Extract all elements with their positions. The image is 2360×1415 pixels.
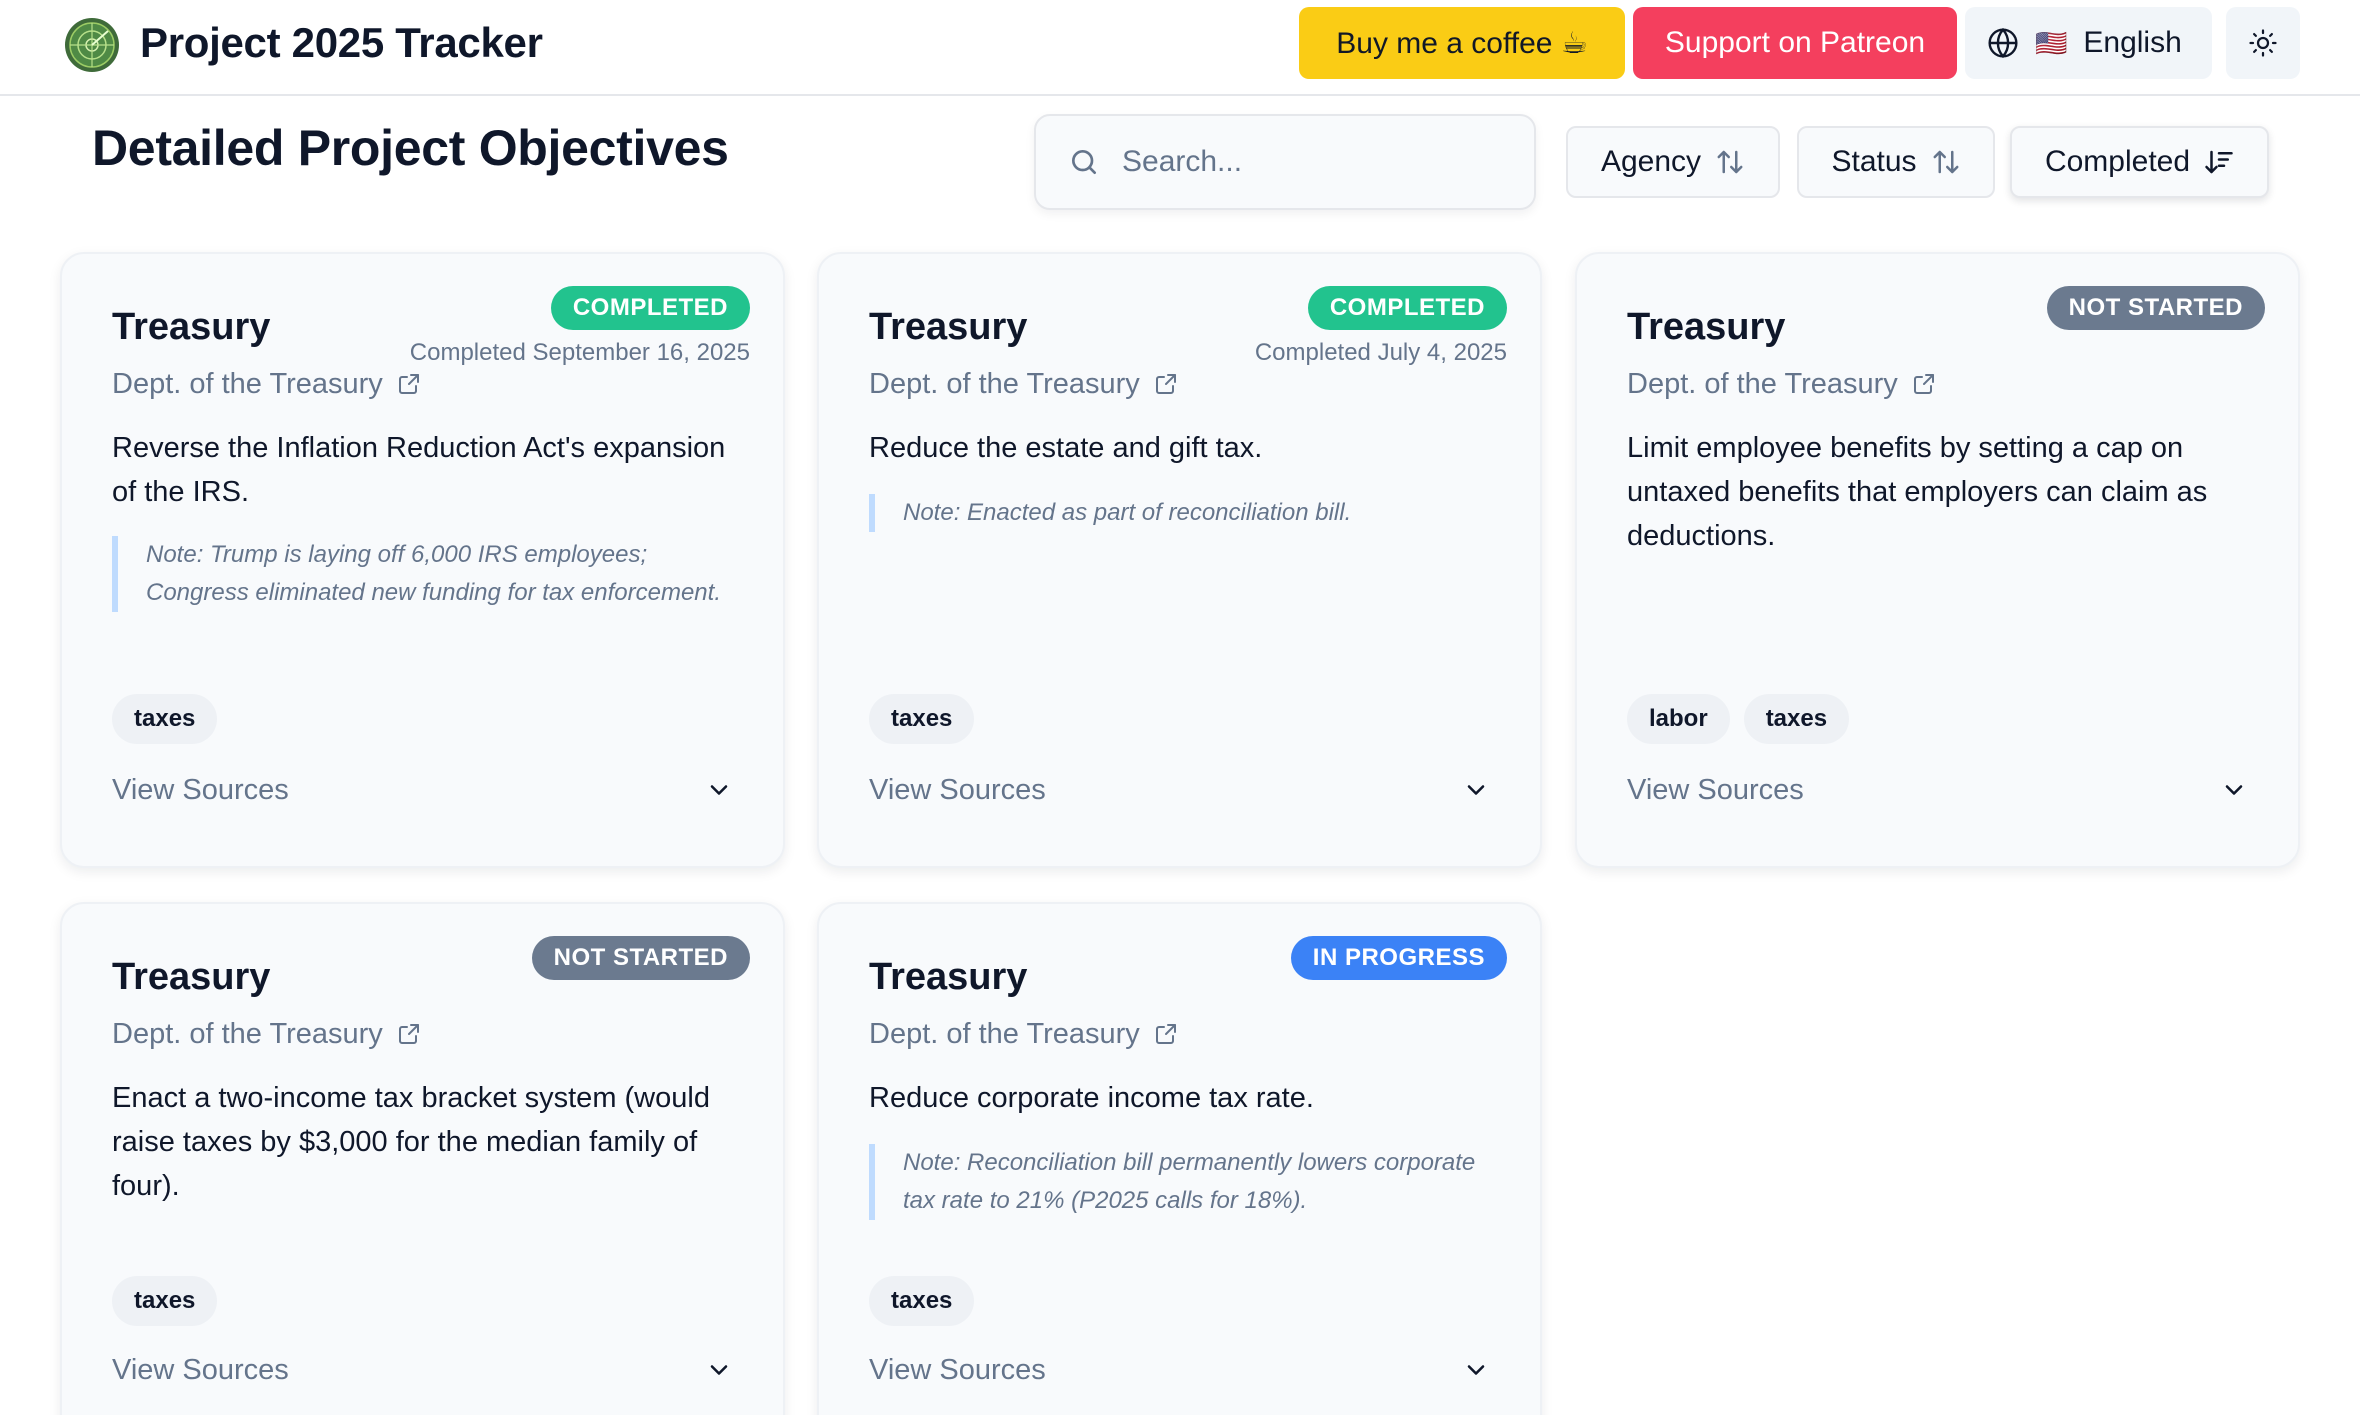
sort-agency-label: Agency	[1600, 145, 1702, 178]
status-badge: COMPLETED	[550, 286, 750, 330]
chevron-down-icon	[705, 776, 733, 804]
sun-icon	[2248, 28, 2278, 58]
tag[interactable]: taxes	[1743, 694, 1850, 744]
sort-descending-icon	[2204, 147, 2234, 177]
dept-link[interactable]: Dept. of the Treasury	[869, 1016, 1178, 1052]
globe-icon	[1987, 27, 2019, 59]
page-title: Detailed Project Objectives	[92, 120, 729, 176]
view-sources-label: View Sources	[1627, 773, 1804, 806]
status-badge: NOT STARTED	[2046, 286, 2265, 330]
buy-coffee-button[interactable]: Buy me a coffee ☕	[1299, 7, 1625, 79]
patreon-button[interactable]: Support on Patreon	[1633, 7, 1957, 79]
dept-link[interactable]: Dept. of the Treasury	[112, 1016, 421, 1052]
objective-note: Note: Enacted as part of reconciliation …	[869, 494, 1490, 532]
us-flag-icon: 🇺🇸	[2035, 27, 2068, 58]
view-sources-toggle[interactable]: View Sources	[869, 1348, 1490, 1392]
sort-status-button[interactable]: Status	[1797, 126, 1995, 198]
card-agency: Treasury	[112, 306, 271, 348]
sort-completed-label: Completed	[2044, 145, 2191, 178]
objective-note: Note: Trump is laying off 6,000 IRS empl…	[112, 536, 733, 612]
tag[interactable]: taxes	[112, 1276, 218, 1326]
external-link-icon	[1154, 1022, 1178, 1046]
dept-link[interactable]: Dept. of the Treasury	[112, 366, 421, 402]
dept-link[interactable]: Dept. of the Treasury	[1627, 366, 1936, 402]
search-input[interactable]	[1122, 145, 1522, 179]
tag[interactable]: taxes	[112, 694, 218, 744]
card-agency: Treasury	[1627, 306, 1786, 348]
view-sources-label: View Sources	[869, 1353, 1046, 1386]
objective-text: Reverse the Inflation Reduction Act's ex…	[112, 432, 726, 508]
sort-agency-button[interactable]: Agency	[1566, 126, 1780, 198]
tag[interactable]: taxes	[869, 1276, 975, 1326]
status-badge: NOT STARTED	[531, 936, 750, 980]
dept-label: Dept. of the Treasury	[112, 1018, 383, 1050]
search-icon	[1068, 146, 1100, 178]
objective-text: Reduce the estate and gift tax.	[869, 432, 1263, 464]
completed-date: Completed July 4, 2025	[1254, 339, 1507, 366]
external-link-icon	[1154, 372, 1178, 396]
sort-completed-button[interactable]: Completed	[2010, 126, 2269, 198]
card-agency: Treasury	[869, 956, 1028, 998]
view-sources-toggle[interactable]: View Sources	[112, 768, 733, 812]
card-agency: Treasury	[112, 956, 271, 998]
objective-text: Limit employee benefits by setting a cap…	[1627, 432, 2208, 552]
view-sources-toggle[interactable]: View Sources	[1627, 768, 2248, 812]
dept-link[interactable]: Dept. of the Treasury	[869, 366, 1178, 402]
view-sources-label: View Sources	[112, 1353, 289, 1386]
dept-label: Dept. of the Treasury	[1627, 368, 1898, 400]
search-box[interactable]	[1034, 114, 1536, 210]
objective-card: Treasury IN PROGRESS Dept. of the Treasu…	[817, 902, 1542, 1415]
chevron-down-icon	[2220, 776, 2248, 804]
sort-arrows-icon	[1715, 147, 1745, 177]
objective-note: Note: Reconciliation bill permanently lo…	[869, 1144, 1490, 1220]
dept-label: Dept. of the Treasury	[869, 1018, 1140, 1050]
view-sources-toggle[interactable]: View Sources	[112, 1348, 733, 1392]
tag-list: labor taxes	[1627, 694, 1850, 744]
external-link-icon	[397, 372, 421, 396]
objective-card: Treasury NOT STARTED Dept. of the Treasu…	[60, 902, 785, 1415]
tag-list: taxes	[869, 1276, 975, 1326]
language-label: English	[2083, 26, 2182, 59]
status-badge: COMPLETED	[1307, 286, 1507, 330]
view-sources-label: View Sources	[112, 773, 289, 806]
view-sources-toggle[interactable]: View Sources	[869, 768, 1490, 812]
external-link-icon	[397, 1022, 421, 1046]
objective-card: Treasury COMPLETED Completed September 1…	[60, 252, 785, 868]
dept-label: Dept. of the Treasury	[112, 368, 383, 400]
completed-date: Completed September 16, 2025	[409, 339, 750, 366]
top-header: Project 2025 Tracker Buy me a coffee ☕ S…	[0, 0, 2360, 96]
objective-text: Enact a two-income tax bracket system (w…	[112, 1082, 710, 1202]
logo-icon[interactable]	[64, 17, 120, 73]
tag-list: taxes	[112, 1276, 218, 1326]
chevron-down-icon	[705, 1356, 733, 1384]
tag-list: taxes	[112, 694, 218, 744]
objective-card: Treasury COMPLETED Completed July 4, 202…	[817, 252, 1542, 868]
tag-list: taxes	[869, 694, 975, 744]
tag[interactable]: labor	[1627, 694, 1730, 744]
app-title[interactable]: Project 2025 Tracker	[140, 18, 543, 68]
sort-status-label: Status	[1831, 145, 1917, 178]
card-agency: Treasury	[869, 306, 1028, 348]
chevron-down-icon	[1462, 776, 1490, 804]
language-select[interactable]: 🇺🇸 English	[1965, 7, 2212, 79]
external-link-icon	[1912, 372, 1936, 396]
view-sources-label: View Sources	[869, 773, 1046, 806]
theme-toggle-button[interactable]	[2226, 7, 2300, 79]
chevron-down-icon	[1462, 1356, 1490, 1384]
status-badge: IN PROGRESS	[1290, 936, 1507, 980]
sort-arrows-icon	[1931, 147, 1961, 177]
objective-card: Treasury NOT STARTED Dept. of the Treasu…	[1575, 252, 2300, 868]
objective-text: Reduce corporate income tax rate.	[869, 1082, 1314, 1114]
dept-label: Dept. of the Treasury	[869, 368, 1140, 400]
tag[interactable]: taxes	[869, 694, 975, 744]
